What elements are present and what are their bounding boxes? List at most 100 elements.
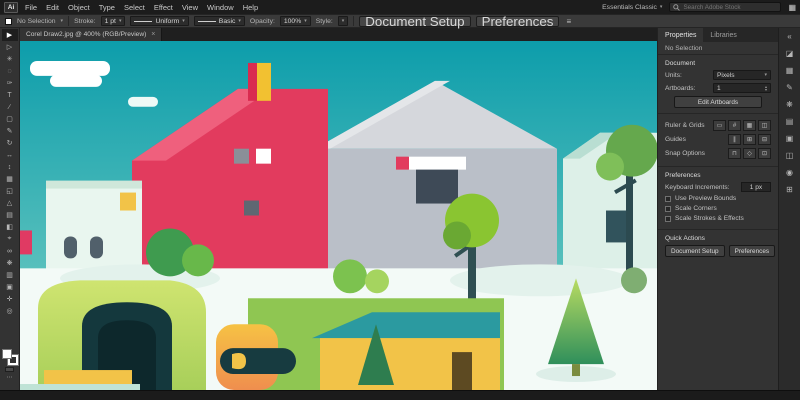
mesh-tool-icon[interactable]: ▤ xyxy=(2,209,18,221)
stock-search[interactable] xyxy=(669,2,781,12)
tab-properties[interactable]: Properties xyxy=(658,28,703,42)
menu-item[interactable]: Select xyxy=(124,3,145,12)
artboard-tool-icon[interactable]: ▣ xyxy=(2,281,18,293)
direct-selection-tool-icon[interactable]: ▷ xyxy=(2,41,18,53)
units-label: Units: xyxy=(665,72,682,79)
artboards-panel-icon[interactable]: ▣ xyxy=(782,132,798,145)
artboards-stepper[interactable]: 1 ▴▾ xyxy=(713,83,771,93)
brush-dropdown[interactable]: Basic ▾ xyxy=(194,16,245,26)
keyboard-increments-input[interactable]: 1 px xyxy=(741,182,771,192)
fill-swatch-icon[interactable] xyxy=(5,18,12,25)
menu-item[interactable]: Object xyxy=(68,3,90,12)
fill-swatch-icon[interactable] xyxy=(2,349,12,359)
preferences-button[interactable]: Preferences xyxy=(476,16,560,27)
panel-menu-icon[interactable]: ≡ xyxy=(566,17,571,26)
pencil-tool-icon[interactable]: ✎ xyxy=(2,125,18,137)
properties-panel: Properties Libraries No Selection Docume… xyxy=(657,28,778,390)
document-tab-bar: Corel Draw2.jpg @ 400% (RGB/Preview) × xyxy=(20,28,657,41)
column-graph-tool-icon[interactable]: ▥ xyxy=(2,269,18,281)
line-segment-tool-icon[interactable]: ∕ xyxy=(2,101,18,113)
menu-item[interactable]: View xyxy=(182,3,198,12)
brushes-panel-icon[interactable]: ✎ xyxy=(782,81,798,94)
snap-icon[interactable]: ⊡ xyxy=(758,148,771,159)
document-tab[interactable]: Corel Draw2.jpg @ 400% (RGB/Preview) × xyxy=(20,28,162,41)
comments-panel-icon[interactable]: ◉ xyxy=(782,166,798,179)
eyedropper-tool-icon[interactable]: ⌖ xyxy=(2,233,18,245)
checkbox-icon[interactable] xyxy=(665,196,671,202)
close-icon[interactable]: × xyxy=(151,31,155,38)
fill-stroke-swatches[interactable] xyxy=(2,349,18,365)
snap-icon[interactable]: ◇ xyxy=(743,148,756,159)
workspace-switcher[interactable]: Essentials Classic ▾ xyxy=(602,4,662,11)
color-panel-icon[interactable]: ◪ xyxy=(782,47,798,60)
app-grid-icon[interactable]: ▦ xyxy=(788,3,796,12)
selection-tool-icon[interactable]: ▶ xyxy=(2,29,18,41)
perspective-grid-tool-icon[interactable]: △ xyxy=(2,197,18,209)
tab-libraries[interactable]: Libraries xyxy=(703,28,743,42)
checkbox-icon[interactable] xyxy=(665,206,671,212)
document-setup-button[interactable]: Document Setup xyxy=(359,16,470,27)
quick-document-setup-button[interactable]: Document Setup xyxy=(665,245,725,257)
preferences-section-title: Preferences xyxy=(665,172,771,179)
guides-icon[interactable]: ⊞ xyxy=(743,134,756,145)
symbols-panel-icon[interactable]: ❋ xyxy=(782,98,798,111)
layers-panel-icon[interactable]: ▤ xyxy=(782,115,798,128)
checkbox-icon[interactable] xyxy=(665,216,671,222)
ruler-grid-icon[interactable]: ▭ xyxy=(713,120,726,131)
zoom-tool-icon[interactable]: ◎ xyxy=(2,305,18,317)
swatches-panel-icon[interactable]: ▦ xyxy=(782,64,798,77)
menu-item[interactable]: File xyxy=(25,3,37,12)
slice-tool-icon[interactable]: ✛ xyxy=(2,293,18,305)
rectangle-tool-icon[interactable]: ▢ xyxy=(2,113,18,125)
preference-checkbox[interactable]: Scale Strokes & Effects xyxy=(665,215,771,222)
style-label: Style: xyxy=(316,18,333,25)
guides-icon[interactable]: ∥ xyxy=(728,134,741,145)
units-dropdown[interactable]: Pixels ▾ xyxy=(713,70,771,80)
menu-item[interactable]: Type xyxy=(99,3,115,12)
menu-item[interactable]: Effect xyxy=(154,3,173,12)
libraries-panel-icon[interactable]: ⊞ xyxy=(782,183,798,196)
ruler-grid-icon[interactable]: ▦ xyxy=(743,120,756,131)
draw-normal-mode-icon[interactable] xyxy=(5,367,14,372)
scale-tool-icon[interactable]: ↔ xyxy=(2,149,18,161)
snap-icon[interactable]: ⊓ xyxy=(728,148,741,159)
app-logo-icon[interactable]: Ai xyxy=(4,2,18,13)
search-icon xyxy=(673,4,680,11)
canvas[interactable] xyxy=(20,41,657,390)
gradient-tool-icon[interactable]: ◧ xyxy=(2,221,18,233)
asset-export-panel-icon[interactable]: ◫ xyxy=(782,149,798,162)
free-transform-tool-icon[interactable]: ▦ xyxy=(2,173,18,185)
menu-item[interactable]: Help xyxy=(243,3,258,12)
ruler-grid-icon[interactable]: ◫ xyxy=(758,120,771,131)
menu-item[interactable]: Window xyxy=(207,3,234,12)
quick-preferences-button[interactable]: Preferences xyxy=(729,245,775,257)
preference-checkbox[interactable]: Scale Corners xyxy=(665,205,771,212)
type-tool-icon[interactable]: T xyxy=(2,89,18,101)
magic-wand-tool-icon[interactable]: ✳ xyxy=(2,53,18,65)
width-profile-dropdown[interactable]: Uniform ▾ xyxy=(130,16,188,26)
edit-artboards-button[interactable]: Edit Artboards xyxy=(674,96,762,108)
rotate-tool-icon[interactable]: ↻ xyxy=(2,137,18,149)
divider xyxy=(353,16,354,26)
workspace-label: Essentials Classic xyxy=(602,4,657,11)
opacity-dropdown[interactable]: 100% ▾ xyxy=(280,16,311,26)
search-input[interactable] xyxy=(683,4,775,11)
stepper-arrows-icon[interactable]: ▴▾ xyxy=(765,85,767,91)
document-section: Document Units: Pixels ▾ Artboards: 1 ▴▾… xyxy=(658,55,778,114)
expand-panels-icon[interactable]: « xyxy=(782,30,798,43)
ruler-grid-icon[interactable]: # xyxy=(728,120,741,131)
symbol-sprayer-tool-icon[interactable]: ❋ xyxy=(2,257,18,269)
menu-item[interactable]: Edit xyxy=(46,3,59,12)
lasso-tool-icon[interactable]: ◌ xyxy=(2,65,18,77)
preference-checkboxes: Use Preview Bounds Scale Corners Scale S… xyxy=(665,195,771,222)
more-tools-icon[interactable]: ⋯ xyxy=(7,374,13,381)
preference-checkbox[interactable]: Use Preview Bounds xyxy=(665,195,771,202)
stroke-weight-dropdown[interactable]: 1 pt ▾ xyxy=(101,16,126,26)
width-tool-icon[interactable]: ↕ xyxy=(2,161,18,173)
blend-tool-icon[interactable]: ∞ xyxy=(2,245,18,257)
style-dropdown[interactable]: ▾ xyxy=(338,16,349,26)
pen-tool-icon[interactable]: ✑ xyxy=(2,77,18,89)
shape-builder-tool-icon[interactable]: ◱ xyxy=(2,185,18,197)
guides-icon[interactable]: ⊟ xyxy=(758,134,771,145)
panel-tabs: Properties Libraries xyxy=(658,28,778,42)
